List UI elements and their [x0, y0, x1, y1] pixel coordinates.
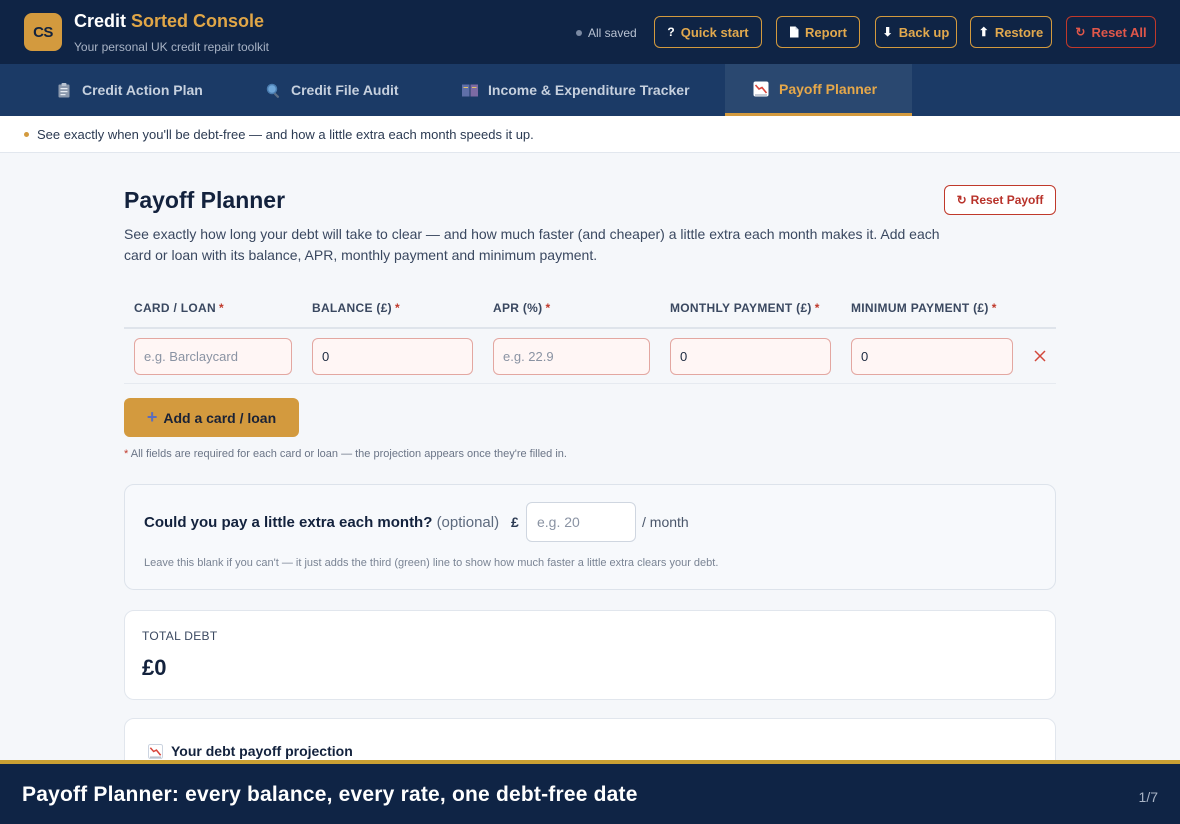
column-header-label: MONTHLY PAYMENT (£) [670, 301, 812, 315]
required-mark: * [545, 301, 551, 315]
add-card-label: Add a card / loan [163, 409, 277, 426]
save-status-label: All saved [588, 26, 637, 40]
minimum-payment-input[interactable] [851, 338, 1013, 375]
delete-row-button[interactable] [1030, 345, 1050, 367]
table-row [124, 329, 1056, 384]
required-mark: * [218, 301, 224, 315]
tagline: Your personal UK credit repair toolkit [74, 40, 269, 54]
refresh-icon: ↻ [956, 193, 967, 207]
page-counter: 1/7 [1138, 789, 1158, 805]
column-header-minimum: MINIMUM PAYMENT (£) * [851, 301, 997, 315]
info-strip-text: See exactly when you'll be debt-free — a… [37, 126, 534, 142]
chart-down-icon [753, 81, 769, 97]
arrow-down-icon: ⬇ [882, 25, 893, 39]
required-mark: * [991, 301, 997, 315]
required-fields-note: * All fields are required for each card … [124, 448, 567, 460]
brand-title: Credit Sorted Console [74, 11, 264, 32]
required-note-text: All fields are required for each card or… [130, 448, 567, 460]
arrow-up-icon: ⬆ [978, 25, 989, 39]
column-header-card: CARD / LOAN * [134, 301, 224, 315]
close-icon [1034, 350, 1046, 362]
extra-payment-card: Could you pay a little extra each month?… [124, 484, 1056, 590]
required-mark: * [124, 448, 129, 460]
tab-bar: Credit Action Plan Credit File Audit Inc… [0, 64, 1180, 116]
monthly-payment-input[interactable] [670, 338, 831, 375]
column-header-label: BALANCE (£) [312, 301, 392, 315]
report-button[interactable]: Report [776, 16, 860, 48]
refresh-icon: ↻ [1075, 25, 1086, 39]
required-mark: * [394, 301, 400, 315]
reset-all-button[interactable]: ↻ Reset All [1066, 16, 1156, 48]
plus-icon: + [146, 407, 158, 427]
add-card-button[interactable]: + Add a card / loan [124, 398, 299, 437]
extra-question-text: Could you pay a little extra each month? [144, 514, 433, 531]
reset-payoff-label: Reset Payoff [970, 193, 1044, 207]
optional-label: (optional) [436, 514, 500, 531]
per-month-label: / month [642, 514, 689, 530]
ledger-icon [462, 82, 478, 98]
extra-payment-input[interactable] [526, 502, 636, 542]
total-debt-value: £0 [142, 655, 167, 680]
logo: CS [24, 13, 62, 51]
save-status: All saved [576, 26, 637, 40]
debts-table-header: CARD / LOAN * BALANCE (£) * APR (%) * MONTH… [124, 298, 1056, 329]
balance-input[interactable] [312, 338, 473, 375]
column-header-label: APR (%) [493, 301, 543, 315]
caption-bar: Payoff Planner: every balance, every rat… [0, 760, 1180, 824]
column-header-monthly: MONTHLY PAYMENT (£) * [670, 301, 820, 315]
tab-label: Credit Action Plan [82, 82, 203, 98]
tab-label: Income & Expenditure Tracker [488, 82, 690, 98]
column-header-label: MINIMUM PAYMENT (£) [851, 301, 989, 315]
backup-label: Back up [898, 24, 950, 40]
column-header-balance: BALANCE (£) * [312, 301, 400, 315]
projection-title-text: Your debt payoff projection [171, 743, 353, 759]
restore-label: Restore [994, 24, 1044, 40]
brand-name-part2: Sorted Console [131, 11, 265, 31]
extra-payment-question: Could you pay a little extra each month?… [144, 514, 499, 531]
chart-down-icon [148, 743, 163, 759]
required-mark: * [814, 301, 820, 315]
total-debt-card: TOTAL DEBT £0 [124, 610, 1056, 700]
column-header-label: CARD / LOAN [134, 301, 216, 315]
currency-symbol: £ [511, 514, 519, 530]
tab-credit-file-audit[interactable]: Credit File Audit [237, 64, 427, 116]
clipboard-icon [56, 82, 72, 98]
tab-income-expenditure-tracker[interactable]: Income & Expenditure Tracker [434, 64, 718, 116]
column-header-apr: APR (%) * [493, 301, 550, 315]
tab-credit-action-plan[interactable]: Credit Action Plan [28, 64, 231, 116]
tab-payoff-planner[interactable]: Payoff Planner [725, 64, 912, 116]
page-description: See exactly how long your debt will take… [124, 226, 940, 263]
apr-input[interactable] [493, 338, 650, 375]
reset-payoff-button[interactable]: ↻ Reset Payoff [944, 185, 1056, 215]
info-strip: See exactly when you'll be debt-free — a… [0, 116, 1180, 153]
top-header: CS Credit Sorted Console Your personal U… [0, 0, 1180, 64]
status-dot-icon [576, 30, 582, 36]
tab-label: Credit File Audit [291, 82, 399, 98]
total-debt-label: TOTAL DEBT [142, 629, 218, 643]
restore-button[interactable]: ⬆ Restore [970, 16, 1052, 48]
projection-title: Your debt payoff projection [148, 743, 353, 759]
quick-start-label: Quick start [680, 24, 749, 40]
caption-text: Payoff Planner: every balance, every rat… [22, 783, 638, 806]
card-name-input[interactable] [134, 338, 292, 375]
report-label: Report [805, 24, 847, 40]
backup-button[interactable]: ⬇ Back up [875, 16, 957, 48]
tab-label: Payoff Planner [779, 80, 878, 97]
brand-name-part1: Credit [74, 11, 127, 31]
question-icon: ? [667, 25, 675, 39]
quick-start-button[interactable]: ? Quick start [654, 16, 762, 48]
page-title: Payoff Planner [124, 187, 286, 213]
document-icon [789, 26, 799, 38]
reset-all-label: Reset All [1091, 24, 1147, 40]
magnifier-icon [265, 82, 281, 98]
extra-payment-note: Leave this blank if you can't — it just … [144, 557, 719, 569]
bullet-icon [24, 131, 29, 137]
